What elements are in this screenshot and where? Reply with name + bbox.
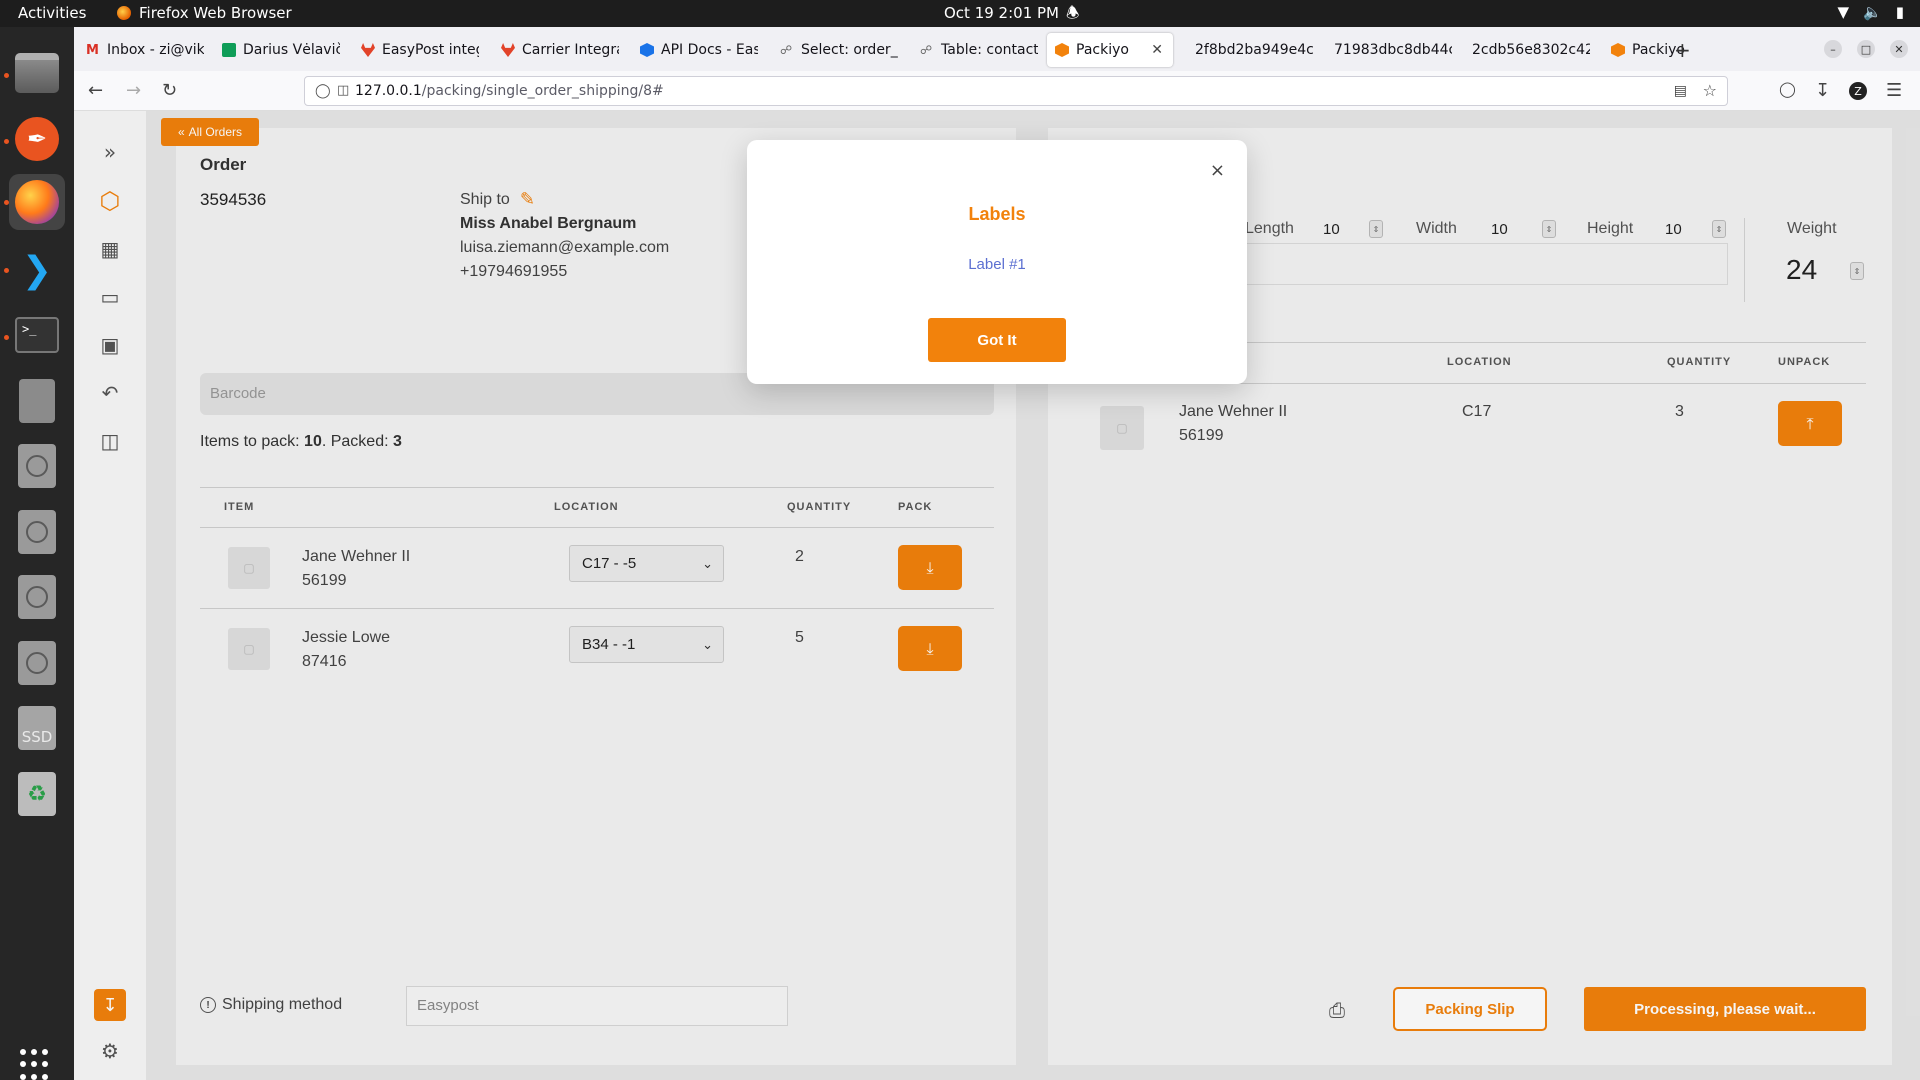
- dock-inkscape[interactable]: ✒: [9, 111, 65, 167]
- firefox-icon: [117, 6, 131, 20]
- database-icon: ☍: [920, 43, 933, 57]
- browser-tab[interactable]: Darius Vėlavič: [214, 33, 340, 67]
- system-tray[interactable]: ▼ 🔈 ▮: [1838, 3, 1905, 21]
- firefox-icon: [15, 180, 59, 224]
- text-editor-icon: [19, 379, 55, 423]
- browser-tab[interactable]: ☍ Table: contact: [912, 33, 1038, 67]
- bookmark-star-icon[interactable]: ☆: [1703, 77, 1717, 105]
- reader-view-icon[interactable]: ▤: [1674, 77, 1687, 105]
- battery-icon: ▮: [1895, 3, 1904, 21]
- back-icon[interactable]: ←: [88, 80, 103, 101]
- dock-running-indicator: [4, 200, 9, 205]
- account-avatar-icon[interactable]: Z: [1849, 82, 1867, 100]
- close-tab-icon[interactable]: ✕: [1151, 42, 1163, 58]
- browser-tab[interactable]: API Docs - Eas: [632, 33, 758, 67]
- dock-disk-4[interactable]: [9, 635, 65, 691]
- url-host: 127.0.0.1: [355, 83, 422, 99]
- browser-tab-active[interactable]: Packiyo ✕: [1047, 33, 1173, 67]
- pocket-icon[interactable]: ◯: [1779, 80, 1796, 98]
- show-apps-icon[interactable]: [20, 1049, 52, 1080]
- reload-icon[interactable]: ↻: [162, 80, 177, 101]
- docs-icon: [640, 43, 654, 57]
- disk-icon: [18, 444, 56, 488]
- dock-running-indicator: [4, 335, 9, 340]
- close-icon[interactable]: ×: [1210, 160, 1225, 181]
- url-path: /packing/single_order_shipping/8#: [421, 83, 664, 99]
- vscode-icon: ❯: [21, 249, 53, 291]
- downloads-icon[interactable]: ↧: [1815, 80, 1830, 101]
- browser-tab[interactable]: M Inbox - zi@viki: [78, 33, 204, 67]
- notification-bell-icon: 🕭: [1066, 4, 1080, 22]
- gmail-icon: M: [86, 43, 99, 58]
- dock-text-editor[interactable]: [9, 373, 65, 429]
- browser-tab[interactable]: ☍ Select: order_: [772, 33, 898, 67]
- dock: ✒ ❯ >_ SSD ♻: [0, 27, 74, 1080]
- modal-title: Labels: [968, 204, 1026, 224]
- browser-tab[interactable]: Packiyo: [1603, 33, 1729, 67]
- dock-running-indicator: [4, 268, 9, 273]
- activities-button[interactable]: Activities: [18, 4, 86, 22]
- close-window-button[interactable]: ✕: [1890, 40, 1908, 58]
- dock-disk-1[interactable]: [9, 438, 65, 494]
- volume-icon: 🔈: [1863, 3, 1882, 21]
- app-menu[interactable]: Firefox Web Browser: [117, 4, 292, 22]
- menu-icon[interactable]: ☰: [1886, 80, 1902, 101]
- minimize-button[interactable]: –: [1824, 40, 1842, 58]
- database-icon: ☍: [780, 43, 793, 57]
- dock-vscode[interactable]: ❯: [9, 242, 65, 298]
- packiyo-icon: [1611, 43, 1625, 57]
- dock-trash[interactable]: ♻: [9, 766, 65, 822]
- browser-tab[interactable]: 71983dbc8db44c: [1326, 33, 1452, 67]
- labels-modal: × Labels Label #1 Got It: [747, 140, 1247, 384]
- system-top-bar: Activities Firefox Web Browser Oct 19 2:…: [0, 0, 1920, 27]
- dock-disk-3[interactable]: [9, 569, 65, 625]
- browser-tab[interactable]: 2f8bd2ba949e4c: [1187, 33, 1313, 67]
- browser-tab[interactable]: EasyPost integ: [353, 33, 479, 67]
- forward-icon[interactable]: →: [126, 80, 141, 101]
- app-menu-label: Firefox Web Browser: [139, 4, 292, 22]
- new-tab-button[interactable]: +: [1674, 38, 1691, 62]
- chat-icon: [222, 43, 236, 57]
- trash-icon: ♻: [18, 772, 56, 816]
- url-bar[interactable]: ◯ ◫ 127.0.0.1/packing/single_order_shipp…: [304, 76, 1728, 106]
- wifi-icon: ▼: [1837, 3, 1850, 21]
- terminal-icon: >_: [15, 317, 59, 353]
- label-link[interactable]: Label #1: [747, 256, 1247, 273]
- shield-icon: ◯: [315, 83, 331, 99]
- maximize-button[interactable]: □: [1857, 40, 1875, 58]
- packiyo-icon: [1055, 43, 1069, 57]
- browser-tab[interactable]: Carrier Integra: [493, 33, 619, 67]
- page-icon: ◫: [337, 83, 350, 98]
- got-it-button[interactable]: Got It: [928, 318, 1066, 362]
- files-icon: [15, 53, 59, 93]
- browser-tab[interactable]: 2cdb56e8302c42: [1464, 33, 1590, 67]
- disk-icon: [18, 510, 56, 554]
- dock-running-indicator: [4, 73, 9, 78]
- dock-firefox[interactable]: [9, 174, 65, 230]
- browser-nav-bar: ← → ↻ ◯ ◫ 127.0.0.1/packing/single_order…: [74, 71, 1920, 111]
- gitlab-icon: [361, 43, 375, 57]
- inkscape-icon: ✒: [15, 117, 59, 161]
- ssd-icon: SSD: [18, 706, 56, 750]
- disk-icon: [18, 641, 56, 685]
- dock-ssd[interactable]: SSD: [9, 700, 65, 756]
- browser-tab-bar: M Inbox - zi@viki Darius Vėlavič EasyPost…: [74, 27, 1920, 71]
- dock-terminal[interactable]: >_: [9, 307, 65, 363]
- disk-icon: [18, 575, 56, 619]
- dock-files[interactable]: [9, 45, 65, 101]
- dock-disk-2[interactable]: [9, 504, 65, 560]
- gitlab-icon: [501, 43, 515, 57]
- clock[interactable]: Oct 19 2:01 PM: [944, 4, 1059, 22]
- dock-running-indicator: [4, 139, 9, 144]
